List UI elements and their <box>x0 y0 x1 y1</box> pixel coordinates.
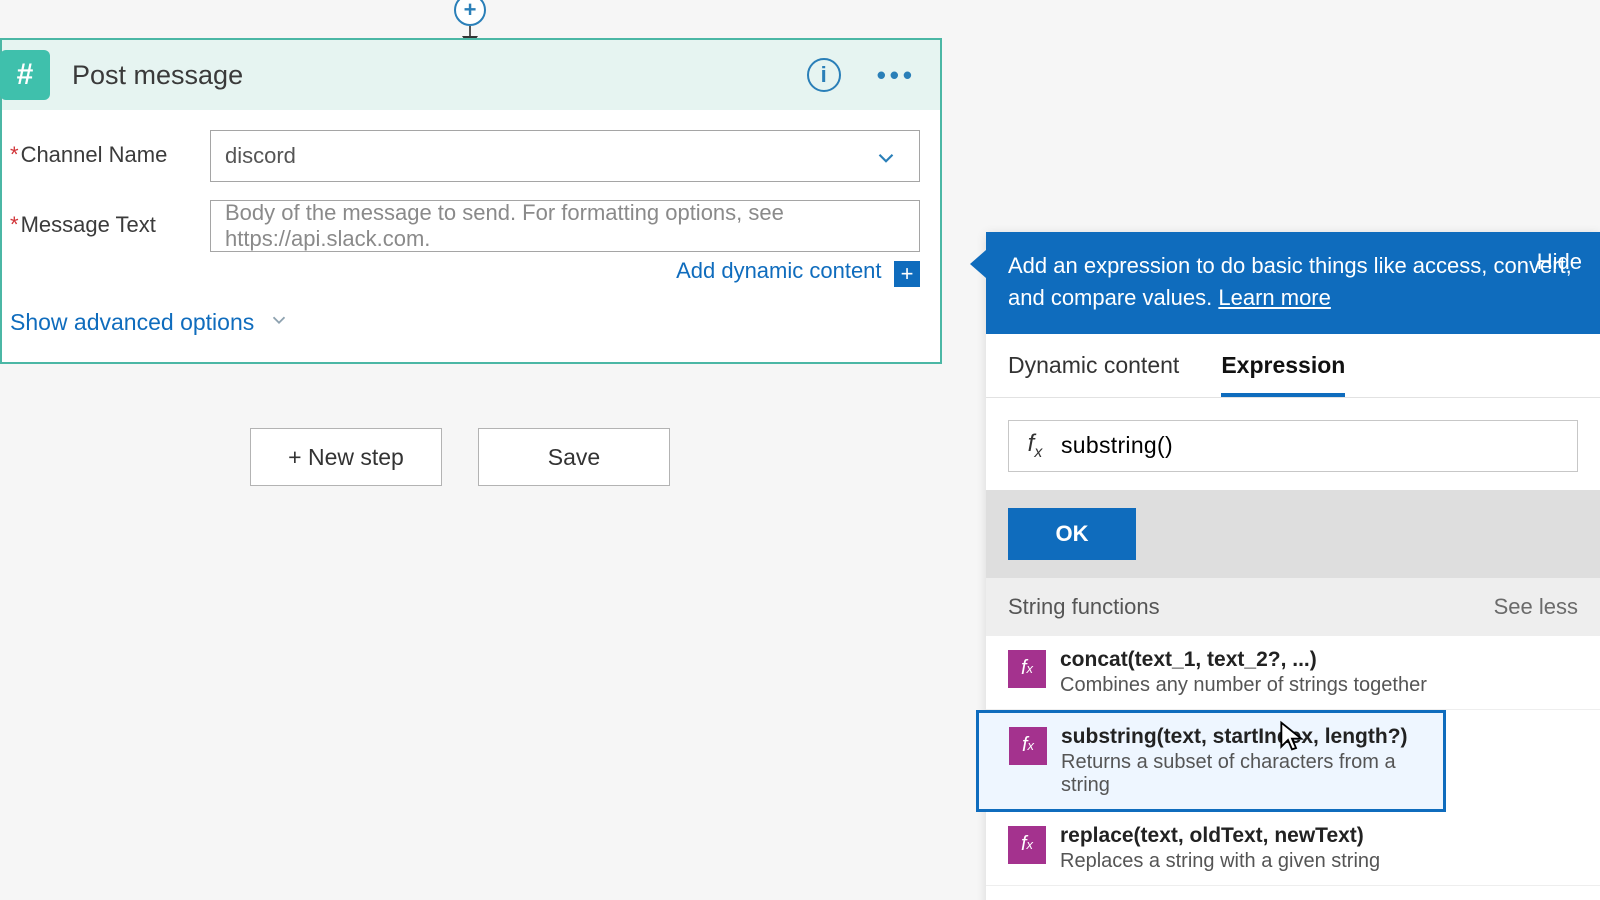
learn-more-link[interactable]: Learn more <box>1218 285 1331 310</box>
info-icon[interactable]: i <box>807 58 841 92</box>
function-signature: substring(text, startIndex, length?) <box>1061 725 1421 749</box>
see-less-link[interactable]: See less <box>1494 594 1578 620</box>
panel-header: Add an expression to do basic things lik… <box>986 232 1600 334</box>
function-group-header[interactable]: String functions See less <box>986 578 1600 636</box>
chevron-down-icon <box>268 309 290 336</box>
function-signature: concat(text_1, text_2?, ...) <box>1060 648 1427 672</box>
function-item[interactable]: fxguid()Generates a globally unique stri… <box>986 886 1600 900</box>
plus-icon[interactable]: + <box>894 261 920 287</box>
function-list: fx concat(text_1, text_2?, ...)Combines a… <box>986 636 1600 900</box>
function-description: Combines any number of strings together <box>1060 674 1427 697</box>
add-step-inline-button[interactable]: + <box>454 0 486 26</box>
slack-icon: # <box>0 50 50 100</box>
message-label: *Message Text <box>10 200 210 238</box>
expression-input[interactable] <box>1061 432 1577 459</box>
save-button[interactable]: Save <box>478 428 670 486</box>
callout-arrow-icon <box>970 250 986 278</box>
fx-icon: fx <box>1008 826 1046 864</box>
show-advanced-options-toggle[interactable]: Show advanced options <box>10 309 920 336</box>
action-card-header[interactable]: # Post message i ••• <box>2 40 940 110</box>
function-signature: replace(text, oldText, newText) <box>1060 824 1380 848</box>
dynamic-content-panel: Add an expression to do basic things lik… <box>986 232 1600 900</box>
function-item[interactable]: fx replace(text, oldText, newText)Replace… <box>986 812 1600 886</box>
ok-button[interactable]: OK <box>1008 508 1136 560</box>
tab-dynamic-content[interactable]: Dynamic content <box>1008 352 1179 397</box>
more-menu-button[interactable]: ••• <box>871 60 922 91</box>
channel-value: discord <box>225 143 296 169</box>
new-step-button[interactable]: + New step <box>250 428 442 486</box>
group-title: String functions <box>1008 594 1160 620</box>
hide-panel-link[interactable]: Hide <box>1537 246 1582 278</box>
panel-tabs: Dynamic content Expression <box>986 334 1600 398</box>
function-description: Returns a subset of characters from a st… <box>1061 751 1421 797</box>
flow-action-buttons: + New step Save <box>250 428 670 486</box>
function-item[interactable]: fx concat(text_1, text_2?, ...)Combines a… <box>986 636 1600 710</box>
chevron-down-icon <box>873 145 899 177</box>
expression-input-row: fx <box>1008 420 1578 472</box>
fx-icon: fx <box>1009 727 1047 765</box>
action-card-post-message: # Post message i ••• *Channel Name disco… <box>0 38 942 364</box>
add-dynamic-content-link[interactable]: Add dynamic content <box>676 258 881 283</box>
channel-dropdown[interactable]: discord <box>210 130 920 182</box>
message-placeholder: Body of the message to send. For formatt… <box>225 200 905 252</box>
function-description: Replaces a string with a given string <box>1060 850 1380 873</box>
tab-expression[interactable]: Expression <box>1221 352 1345 397</box>
fx-icon: fx <box>1009 430 1061 462</box>
message-text-input[interactable]: Body of the message to send. For formatt… <box>210 200 920 252</box>
action-title: Post message <box>72 60 807 91</box>
function-item[interactable]: fx substring(text, startIndex, length?)Re… <box>976 710 1446 812</box>
flow-line <box>469 26 471 36</box>
fx-icon: fx <box>1008 650 1046 688</box>
channel-label: *Channel Name <box>10 130 210 168</box>
